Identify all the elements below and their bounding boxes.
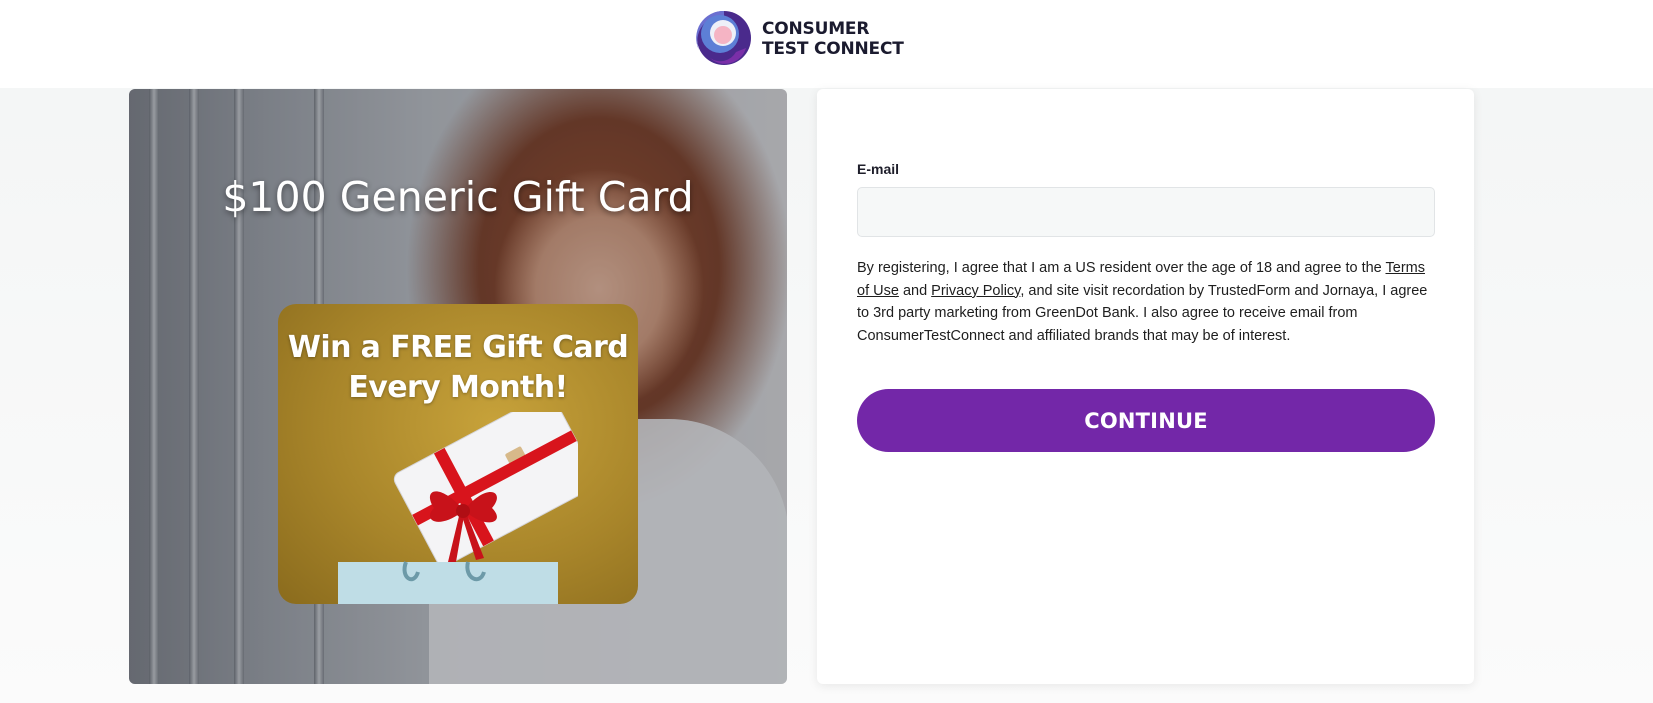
promo-card: Win a FREE Gift Card Every Month! — [278, 304, 638, 604]
hero-title: $100 Generic Gift Card — [222, 173, 694, 221]
hero-image-panel: $100 Generic Gift Card Win a FREE Gift C… — [129, 89, 787, 684]
continue-button[interactable]: CONTINUE — [857, 389, 1435, 452]
gift-card-bag-icon — [338, 412, 578, 604]
brand-line-2: TEST CONNECT — [762, 39, 904, 59]
brand-wordmark: CONSUMER TEST CONNECT — [762, 19, 904, 59]
email-input[interactable] — [857, 187, 1435, 237]
signup-form-card: E-mail By registering, I agree that I am… — [817, 89, 1474, 684]
promo-line-1: Win a FREE Gift Card — [287, 330, 629, 365]
privacy-policy-link[interactable]: Privacy Policy — [931, 283, 1020, 299]
brand-logo[interactable]: CONSUMER TEST CONNECT — [690, 8, 920, 70]
promo-line-2: Every Month! — [348, 370, 568, 405]
header-bar: CONSUMER TEST CONNECT — [0, 0, 1653, 88]
email-label: E-mail — [857, 161, 900, 177]
brand-line-1: CONSUMER — [762, 19, 870, 39]
promo-text: Win a FREE Gift Card Every Month! — [278, 328, 638, 408]
consent-text-and: and — [898, 282, 932, 299]
consent-text: By registering, I agree that I am a US r… — [857, 257, 1435, 347]
consent-text-part-1: By registering, I agree that I am a US r… — [857, 260, 1386, 276]
consumer-test-connect-logo-icon — [696, 10, 751, 65]
